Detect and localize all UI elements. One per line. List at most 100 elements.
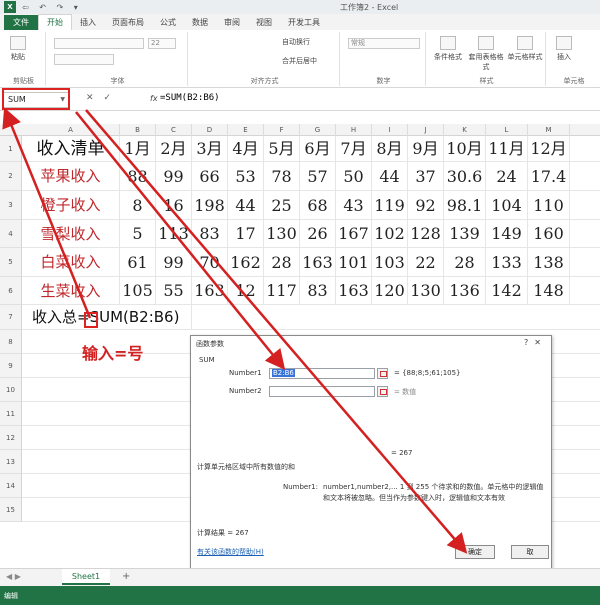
cell[interactable]: 99 bbox=[156, 162, 192, 191]
cell[interactable]: 5 bbox=[120, 220, 156, 248]
cell[interactable]: 78 bbox=[264, 162, 300, 191]
cell[interactable]: 66 bbox=[192, 162, 228, 191]
cell[interactable]: 1月 bbox=[120, 136, 156, 162]
cell[interactable]: 138 bbox=[528, 248, 570, 277]
close-icon[interactable]: ✕ bbox=[534, 338, 547, 347]
cell[interactable]: 28 bbox=[444, 248, 486, 277]
cell[interactable]: 105 bbox=[120, 277, 156, 305]
cell[interactable]: 99 bbox=[156, 248, 192, 277]
row-header[interactable]: 12 bbox=[0, 426, 22, 450]
check-icon[interactable]: ✓ bbox=[104, 93, 122, 103]
cancel-button[interactable]: 取 bbox=[511, 545, 549, 559]
cell[interactable]: 98.1 bbox=[444, 191, 486, 220]
column-header[interactable]: B bbox=[120, 124, 156, 136]
cell[interactable]: 117 bbox=[264, 277, 300, 305]
cell[interactable]: 130 bbox=[264, 220, 300, 248]
column-header[interactable]: F bbox=[264, 124, 300, 136]
cell[interactable]: 57 bbox=[300, 162, 336, 191]
sheet-tab-sheet1[interactable]: Sheet1 bbox=[62, 569, 110, 585]
tab-data[interactable]: 数据 bbox=[184, 15, 216, 30]
cell[interactable]: 11月 bbox=[486, 136, 528, 162]
cell[interactable]: 8月 bbox=[372, 136, 408, 162]
cell[interactable]: 17 bbox=[228, 220, 264, 248]
cell[interactable]: 24 bbox=[486, 162, 528, 191]
cell[interactable]: 120 bbox=[372, 277, 408, 305]
tab-file[interactable]: 文件 bbox=[4, 15, 38, 30]
cell[interactable]: 92 bbox=[408, 191, 444, 220]
cell[interactable]: 104 bbox=[486, 191, 528, 220]
cell[interactable]: 70 bbox=[192, 248, 228, 277]
cell[interactable]: 收入总=SUM(B2:B6) bbox=[22, 305, 192, 330]
row-header[interactable]: 11 bbox=[0, 402, 22, 426]
cell[interactable]: 133 bbox=[486, 248, 528, 277]
paste-button[interactable]: 粘贴 bbox=[6, 36, 30, 62]
cell[interactable]: 30.6 bbox=[444, 162, 486, 191]
column-header[interactable]: H bbox=[336, 124, 372, 136]
cell[interactable]: 10月 bbox=[444, 136, 486, 162]
insert-cells-button[interactable]: 插入 bbox=[552, 36, 576, 62]
quick-access-toolbar[interactable]: ⇦ ↶ ↷ ▾ bbox=[22, 3, 82, 12]
cell[interactable]: 12月 bbox=[528, 136, 570, 162]
row-header[interactable]: 6 bbox=[0, 277, 22, 305]
cell[interactable]: 101 bbox=[336, 248, 372, 277]
cell[interactable]: 22 bbox=[408, 248, 444, 277]
tab-insert[interactable]: 插入 bbox=[72, 15, 104, 30]
row-header[interactable]: 5 bbox=[0, 248, 22, 277]
cell[interactable]: 橙子收入 bbox=[22, 191, 120, 220]
tab-developer[interactable]: 开发工具 bbox=[280, 15, 328, 30]
help-icon[interactable]: ? bbox=[524, 338, 534, 347]
number2-input[interactable] bbox=[269, 386, 375, 397]
cell[interactable]: 7月 bbox=[336, 136, 372, 162]
cell[interactable]: 26 bbox=[300, 220, 336, 248]
column-header[interactable]: A bbox=[22, 124, 120, 136]
column-header[interactable]: D bbox=[192, 124, 228, 136]
cell[interactable]: 113 bbox=[156, 220, 192, 248]
cell[interactable]: 3月 bbox=[192, 136, 228, 162]
column-header[interactable]: I bbox=[372, 124, 408, 136]
tab-home[interactable]: 开始 bbox=[38, 14, 72, 30]
number-format-select[interactable]: 常规 bbox=[348, 38, 420, 49]
cell[interactable]: 83 bbox=[300, 277, 336, 305]
cell[interactable]: 163 bbox=[300, 248, 336, 277]
cell[interactable]: 162 bbox=[228, 248, 264, 277]
formula-input[interactable]: =SUM(B2:B6) bbox=[160, 93, 220, 103]
tab-formulas[interactable]: 公式 bbox=[152, 15, 184, 30]
row-header[interactable]: 1 bbox=[0, 136, 22, 162]
font-style-buttons[interactable] bbox=[54, 54, 114, 65]
cell[interactable]: 37 bbox=[408, 162, 444, 191]
column-header[interactable]: M bbox=[528, 124, 570, 136]
row-header[interactable]: 8 bbox=[0, 330, 22, 354]
insert-function-icon[interactable]: fx bbox=[150, 94, 158, 103]
cell-styles-button[interactable]: 单元格样式 bbox=[506, 36, 544, 62]
cancel-icon[interactable]: ✕ bbox=[86, 93, 104, 103]
row-header[interactable]: 9 bbox=[0, 354, 22, 378]
ok-button[interactable]: 确定 bbox=[455, 545, 495, 559]
cell[interactable]: 白菜收入 bbox=[22, 248, 120, 277]
number1-input[interactable]: B2:B6 bbox=[269, 368, 375, 379]
row-header[interactable]: 15 bbox=[0, 498, 22, 522]
cell[interactable]: 8 bbox=[120, 191, 156, 220]
column-header[interactable]: L bbox=[486, 124, 528, 136]
cell[interactable]: 148 bbox=[528, 277, 570, 305]
row-header[interactable]: 14 bbox=[0, 474, 22, 498]
cell[interactable]: 收入清单 bbox=[22, 136, 120, 162]
cell[interactable]: 83 bbox=[192, 220, 228, 248]
cell[interactable]: 149 bbox=[486, 220, 528, 248]
cell[interactable]: 128 bbox=[408, 220, 444, 248]
font-name-select[interactable] bbox=[54, 38, 144, 49]
cell[interactable]: 55 bbox=[156, 277, 192, 305]
cell[interactable]: 163 bbox=[192, 277, 228, 305]
cell[interactable]: 16 bbox=[156, 191, 192, 220]
tab-review[interactable]: 审阅 bbox=[216, 15, 248, 30]
column-header[interactable]: K bbox=[444, 124, 486, 136]
cell[interactable]: 雪梨收入 bbox=[22, 220, 120, 248]
cell[interactable]: 160 bbox=[528, 220, 570, 248]
cell[interactable]: 苹果收入 bbox=[22, 162, 120, 191]
cell[interactable]: 142 bbox=[486, 277, 528, 305]
cell[interactable]: 119 bbox=[372, 191, 408, 220]
cell[interactable]: 12 bbox=[228, 277, 264, 305]
cell[interactable]: 50 bbox=[336, 162, 372, 191]
table-format-button[interactable]: 套用表格格式 bbox=[468, 36, 504, 72]
cell[interactable]: 28 bbox=[264, 248, 300, 277]
cell[interactable]: 167 bbox=[336, 220, 372, 248]
